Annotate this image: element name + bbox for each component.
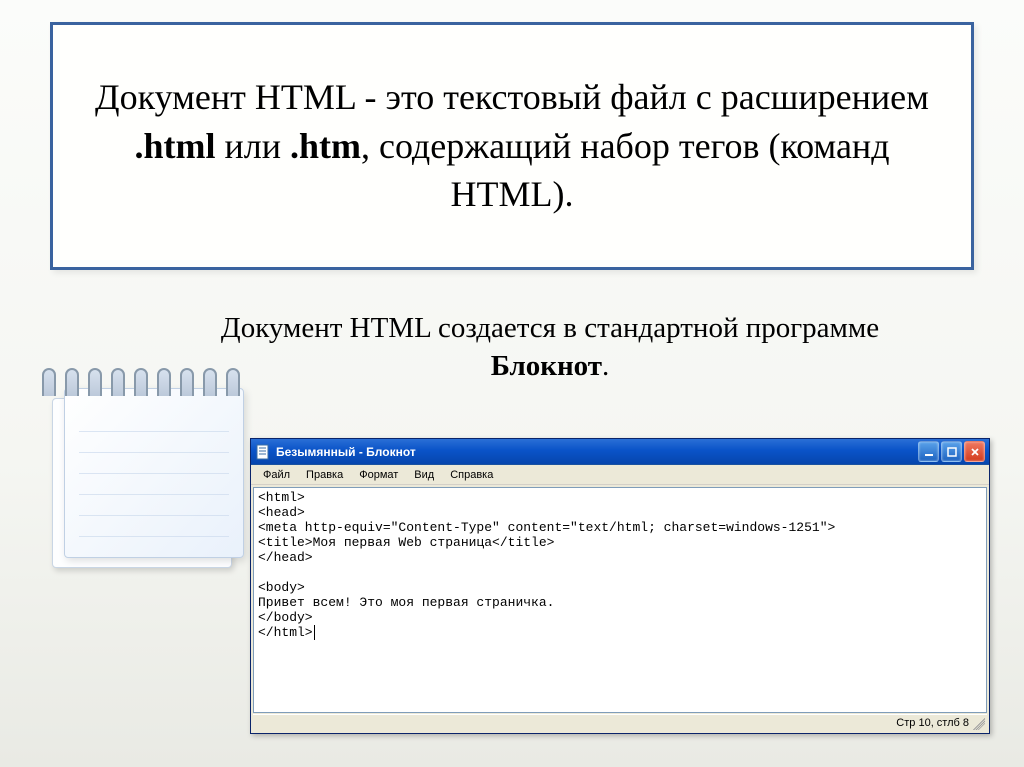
statusbar: Стр 10, стлб 8 [253,714,987,731]
code-line: <html> [258,490,305,505]
text-cursor [314,625,323,640]
menu-edit[interactable]: Правка [300,468,349,482]
window-controls [918,441,985,462]
def-part: или [215,126,290,166]
subtitle-part: . [602,350,609,382]
code-line: <meta http-equiv="Content-Type" content=… [258,520,835,535]
menu-file[interactable]: Файл [257,468,296,482]
definition-text: Документ HTML - это текстовый файл с рас… [81,73,943,219]
menu-help[interactable]: Справка [444,468,499,482]
menu-view[interactable]: Вид [408,468,440,482]
notepad-clipart [24,358,254,598]
status-text: Стр 10, стлб 8 [896,717,969,729]
code-line: Привет всем! Это моя первая страничка. [258,595,554,610]
titlebar[interactable]: Безымянный - Блокнот [251,439,989,465]
def-bold: .html [134,126,215,166]
notepad-window: Безымянный - Блокнот Файл Правка Формат … [250,438,990,734]
maximize-button[interactable] [941,441,962,462]
subtitle-bold: Блокнот [491,350,602,382]
window-title: Безымянный - Блокнот [276,445,918,459]
editor-body[interactable]: <html> <head> <meta http-equiv="Content-… [253,487,987,713]
notepad-spiral [42,368,240,396]
menubar: Файл Правка Формат Вид Справка [251,465,989,485]
def-part: Документ HTML - это текстовый файл с рас… [95,77,929,117]
code-line: <title>Моя первая Web страница</title> [258,535,554,550]
code-line: </head> [258,550,313,565]
code-line: </html> [258,625,313,640]
notepad-page-front [64,388,244,558]
subtitle: Документ HTML создается в стандартной пр… [190,310,910,385]
code-line: <body> [258,580,305,595]
code-line: <head> [258,505,305,520]
menu-format[interactable]: Формат [353,468,404,482]
def-bold: .htm [290,126,361,166]
notepad-app-icon [255,444,271,460]
subtitle-part: Документ HTML создается в стандартной пр… [221,312,879,344]
def-part: , содержащий набор тегов (команд HTML). [361,126,890,215]
minimize-button[interactable] [918,441,939,462]
code-line: </body> [258,610,313,625]
close-button[interactable] [964,441,985,462]
definition-box: Документ HTML - это текстовый файл с рас… [50,22,974,270]
resize-grip-icon[interactable] [973,718,985,730]
